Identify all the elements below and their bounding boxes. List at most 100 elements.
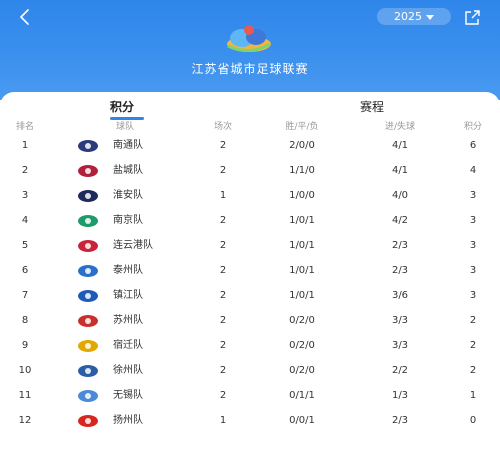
table-row[interactable]: 10 徐州队 2 0/2/0 2/2 2	[0, 358, 500, 383]
wdl-cell: 0/2/0	[289, 340, 315, 351]
rank-cell: 7	[21, 290, 29, 301]
played-cell: 1	[219, 415, 227, 426]
table-row[interactable]: 6 泰州队 2 1/0/1 2/3 3	[0, 258, 500, 283]
year-selector[interactable]: 2025	[377, 8, 451, 25]
team-badge-icon	[78, 365, 98, 377]
goals-cell: 2/3	[391, 415, 409, 426]
goals-cell: 4/1	[391, 140, 409, 151]
team-name: 盐城队	[113, 165, 143, 176]
team-name: 连云港队	[113, 240, 153, 251]
points-cell: 2	[469, 340, 477, 351]
wdl-cell: 0/2/0	[289, 365, 315, 376]
tab-schedule[interactable]: 赛程	[360, 98, 384, 115]
rank-cell: 10	[18, 365, 32, 376]
table-row[interactable]: 4 南京队 2 1/0/1 4/2 3	[0, 208, 500, 233]
table-row[interactable]: 2 盐城队 2 1/1/0 4/1 4	[0, 158, 500, 183]
points-cell: 1	[469, 390, 477, 401]
team-badge-icon	[78, 140, 98, 152]
col-wdl: 胜/平/负	[285, 122, 319, 132]
team-badge-icon	[78, 215, 98, 227]
dropdown-caret-icon	[426, 14, 434, 20]
team-badge-icon	[78, 165, 98, 177]
goals-cell: 3/3	[391, 315, 409, 326]
goals-cell: 3/6	[391, 290, 409, 301]
wdl-cell: 1/1/0	[289, 165, 315, 176]
rank-cell: 5	[21, 240, 29, 251]
played-cell: 2	[219, 265, 227, 276]
played-cell: 2	[219, 290, 227, 301]
rank-cell: 3	[21, 190, 29, 201]
rank-cell: 11	[18, 390, 32, 401]
played-cell: 2	[219, 390, 227, 401]
played-cell: 2	[219, 315, 227, 326]
played-cell: 2	[219, 165, 227, 176]
col-team: 球队	[115, 122, 134, 132]
points-cell: 4	[469, 165, 477, 176]
table-row[interactable]: 7 镇江队 2 1/0/1 3/6 3	[0, 283, 500, 308]
wdl-cell: 1/0/0	[289, 190, 315, 201]
year-label: 2025	[394, 10, 422, 23]
tab-standings[interactable]: 积分	[110, 98, 134, 115]
goals-cell: 2/2	[391, 365, 409, 376]
played-cell: 1	[219, 190, 227, 201]
wdl-cell: 1/0/1	[289, 265, 315, 276]
team-badge-icon	[78, 315, 98, 327]
table-row[interactable]: 9 宿迁队 2 0/2/0 3/3 2	[0, 333, 500, 358]
col-played: 场次	[213, 122, 232, 132]
standings-table: 1 南通队 2 2/0/0 4/1 6 2 盐城队 2 1/1/0 4/1 4 3 淮安队 1 1/0/0 4/…	[0, 133, 500, 433]
back-chevron-icon[interactable]	[14, 6, 36, 28]
table-row[interactable]: 8 苏州队 2 0/2/0 3/3 2	[0, 308, 500, 333]
points-cell: 3	[469, 290, 477, 301]
played-cell: 2	[219, 215, 227, 226]
team-name: 泰州队	[113, 265, 143, 276]
table-row[interactable]: 1 南通队 2 2/0/0 4/1 6	[0, 133, 500, 158]
rank-cell: 2	[21, 165, 29, 176]
goals-cell: 2/3	[391, 265, 409, 276]
goals-cell: 4/2	[391, 215, 409, 226]
played-cell: 2	[219, 340, 227, 351]
rank-cell: 6	[21, 265, 29, 276]
team-name: 苏州队	[113, 315, 143, 326]
table-header: 排名 球队 场次 胜/平/负 进/失球 积分	[0, 119, 500, 133]
played-cell: 2	[219, 240, 227, 251]
table-row[interactable]: 3 淮安队 1 1/0/0 4/0 3	[0, 183, 500, 208]
team-badge-icon	[78, 415, 98, 427]
points-cell: 2	[469, 315, 477, 326]
team-name: 无锡队	[113, 390, 143, 401]
goals-cell: 4/0	[391, 190, 409, 201]
wdl-cell: 1/0/1	[289, 240, 315, 251]
team-badge-icon	[78, 240, 98, 252]
col-goals: 进/失球	[384, 122, 416, 132]
goals-cell: 3/3	[391, 340, 409, 351]
team-badge-icon	[78, 340, 98, 352]
goals-cell: 4/1	[391, 165, 409, 176]
goals-cell: 2/3	[391, 240, 409, 251]
team-badge-icon	[78, 265, 98, 277]
points-cell: 3	[469, 240, 477, 251]
wdl-cell: 1/0/1	[289, 215, 315, 226]
rank-cell: 4	[21, 215, 29, 226]
team-name: 扬州队	[113, 415, 143, 426]
rank-cell: 1	[21, 140, 29, 151]
points-cell: 3	[469, 215, 477, 226]
team-badge-icon	[78, 190, 98, 202]
points-cell: 0	[469, 415, 477, 426]
table-row[interactable]: 11 无锡队 2 0/1/1 1/3 1	[0, 383, 500, 408]
wdl-cell: 0/0/1	[289, 415, 315, 426]
points-cell: 3	[469, 190, 477, 201]
team-name: 淮安队	[113, 190, 143, 201]
col-points: 积分	[463, 122, 482, 132]
page-title: 江苏省城市足球联赛	[191, 62, 309, 76]
wdl-cell: 2/0/0	[289, 140, 315, 151]
team-name: 南京队	[113, 215, 143, 226]
wdl-cell: 1/0/1	[289, 290, 315, 301]
table-row[interactable]: 5 连云港队 2 1/0/1 2/3 3	[0, 233, 500, 258]
table-row[interactable]: 12 扬州队 1 0/0/1 2/3 0	[0, 408, 500, 433]
wdl-cell: 0/2/0	[289, 315, 315, 326]
share-icon[interactable]	[463, 9, 481, 27]
wdl-cell: 0/1/1	[289, 390, 315, 401]
team-name: 宿迁队	[113, 340, 143, 351]
team-badge-icon	[78, 390, 98, 402]
goals-cell: 1/3	[391, 390, 409, 401]
team-name: 南通队	[113, 140, 143, 151]
